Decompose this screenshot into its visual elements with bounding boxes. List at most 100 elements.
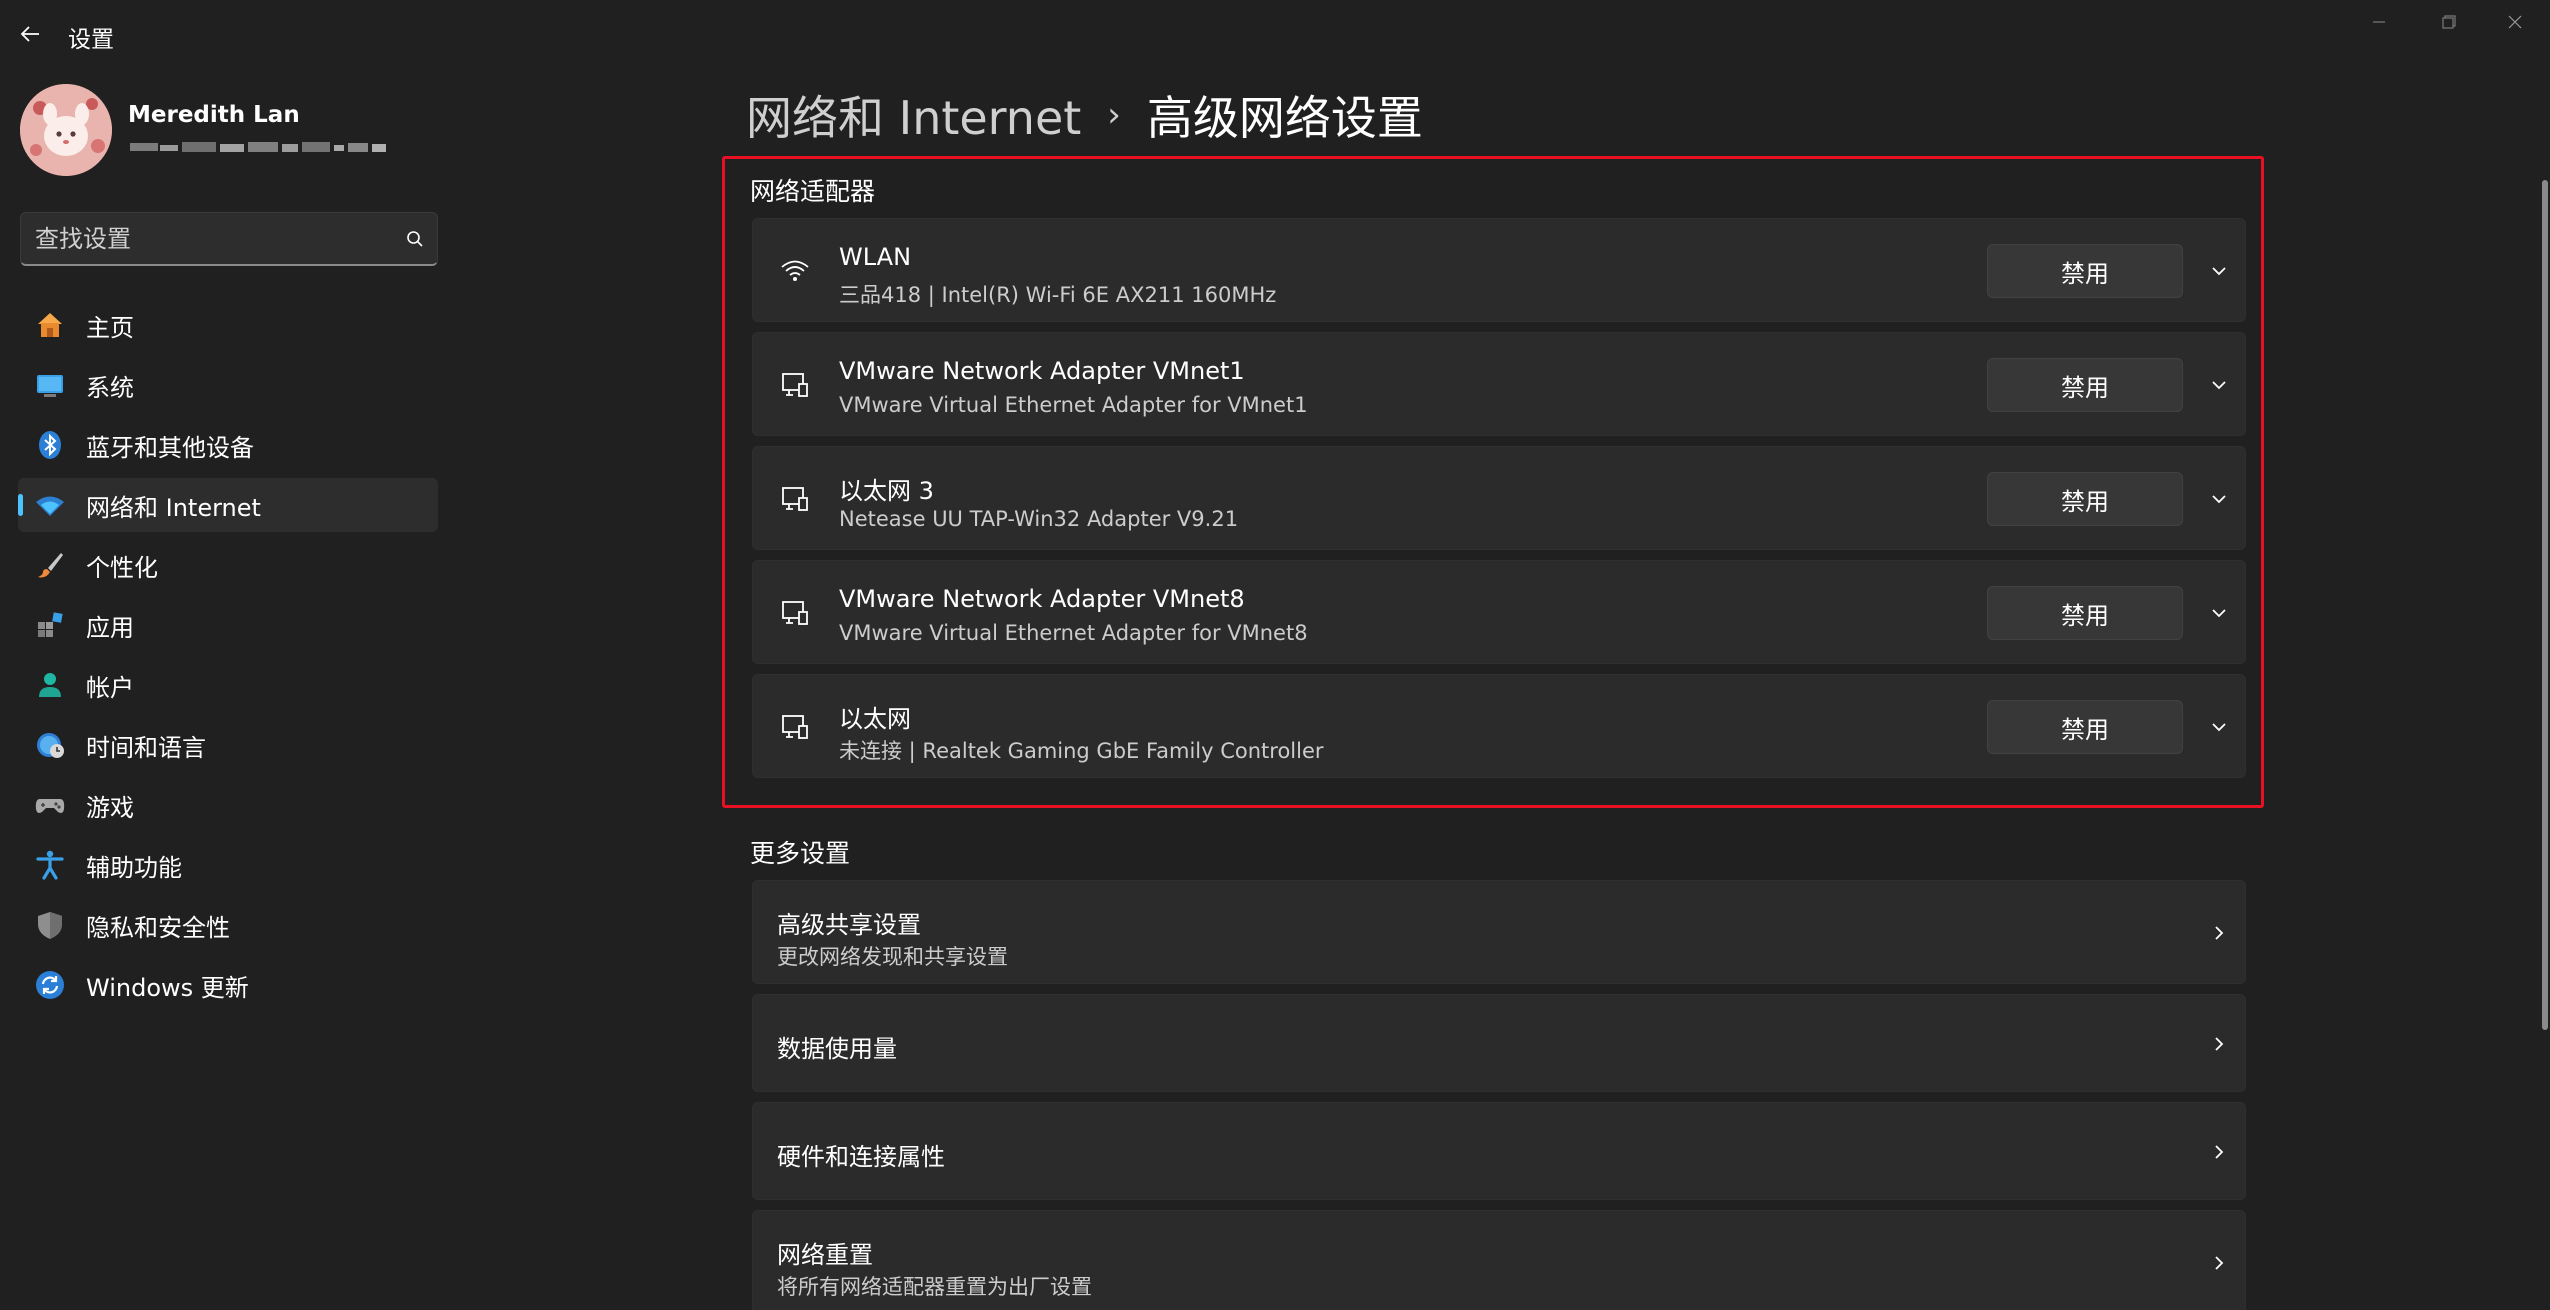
sidebar-item-label: 应用	[86, 613, 134, 642]
ethernet-icon	[777, 595, 813, 631]
sidebar-item-home[interactable]: 主页	[18, 298, 438, 352]
sidebar-item-time-language[interactable]: 时间和语言	[18, 718, 438, 772]
back-button[interactable]	[12, 16, 48, 52]
user-profile[interactable]: Meredith Lan	[20, 84, 440, 176]
disable-button[interactable]: 禁用	[1987, 358, 2183, 412]
sidebar-item-accounts[interactable]: 帐户	[18, 658, 438, 712]
system-icon	[32, 367, 68, 403]
chevron-right-icon	[2201, 1134, 2237, 1170]
minimize-button[interactable]	[2344, 0, 2414, 44]
user-name: Meredith Lan	[128, 102, 300, 128]
page-title: 高级网络设置	[1146, 91, 1423, 145]
adapter-card-ethernet-3[interactable]: 以太网 3 Netease UU TAP-Win32 Adapter V9.21…	[752, 446, 2246, 550]
chevron-down-icon[interactable]	[2201, 481, 2237, 517]
more-item-network-reset[interactable]: 网络重置 将所有网络适配器重置为出厂设置	[752, 1210, 2246, 1310]
ethernet-icon	[777, 481, 813, 517]
home-icon	[32, 307, 68, 343]
adapter-detail: 三品418 | Intel(R) Wi-Fi 6E AX211 160MHz	[839, 283, 1277, 307]
wifi-icon	[777, 253, 813, 289]
sidebar-item-bluetooth[interactable]: 蓝牙和其他设备	[18, 418, 438, 472]
minimize-icon	[2373, 21, 2385, 23]
ethernet-icon	[777, 709, 813, 745]
vertical-scrollbar[interactable]	[2542, 180, 2548, 1030]
chevron-down-icon[interactable]	[2201, 253, 2237, 289]
disable-button[interactable]: 禁用	[1987, 244, 2183, 298]
sidebar-nav: 主页 系统 蓝牙和其他设备 网络和 Internet 个性化 应用 帐户 时间和…	[18, 298, 438, 1018]
more-item-title: 网络重置	[777, 1241, 873, 1269]
sidebar-item-label: 个性化	[86, 553, 158, 582]
more-item-title: 数据使用量	[777, 1035, 897, 1063]
more-item-subtitle: 将所有网络适配器重置为出厂设置	[777, 1275, 1092, 1299]
section-title-more: 更多设置	[750, 839, 851, 868]
search-icon[interactable]	[393, 217, 437, 261]
adapter-detail: Netease UU TAP-Win32 Adapter V9.21	[839, 507, 1239, 531]
bluetooth-icon	[32, 427, 68, 463]
chevron-down-icon[interactable]	[2201, 595, 2237, 631]
adapter-name: 以太网	[839, 705, 911, 733]
more-item-advanced-sharing[interactable]: 高级共享设置 更改网络发现和共享设置	[752, 880, 2246, 984]
back-arrow-icon	[20, 26, 39, 42]
app-title: 设置	[68, 27, 114, 53]
settings-search[interactable]	[20, 212, 438, 266]
adapter-name: VMware Network Adapter VMnet8	[839, 585, 1245, 613]
update-icon	[32, 967, 68, 1003]
chevron-down-icon[interactable]	[2201, 367, 2237, 403]
sidebar-item-label: 系统	[86, 373, 134, 402]
sidebar-item-apps[interactable]: 应用	[18, 598, 438, 652]
sidebar-item-label: 网络和 Internet	[86, 493, 261, 522]
brush-icon	[32, 547, 68, 583]
maximize-button[interactable]	[2414, 0, 2484, 44]
disable-button[interactable]: 禁用	[1987, 700, 2183, 754]
avatar	[20, 84, 112, 176]
close-icon	[2508, 15, 2522, 29]
more-item-hardware-properties[interactable]: 硬件和连接属性	[752, 1102, 2246, 1200]
sidebar-item-label: Windows 更新	[86, 973, 249, 1002]
section-title-adapters: 网络适配器	[750, 177, 876, 206]
breadcrumb-parent[interactable]: 网络和 Internet	[746, 82, 1081, 148]
chevron-right-icon	[2201, 915, 2237, 951]
sidebar-item-accessibility[interactable]: 辅助功能	[18, 838, 438, 892]
adapter-card-vmnet1[interactable]: VMware Network Adapter VMnet1 VMware Vir…	[752, 332, 2246, 436]
sidebar-item-personalization[interactable]: 个性化	[18, 538, 438, 592]
search-input[interactable]	[21, 224, 393, 253]
settings-window: 设置 Meredith Lan 查找设置 主页 系统 蓝牙和其他设备 网络和 I…	[0, 0, 2550, 1310]
chevron-right-icon	[2201, 1245, 2237, 1281]
more-item-title: 高级共享设置	[777, 911, 921, 939]
apps-icon	[32, 607, 68, 643]
accessibility-icon	[32, 847, 68, 883]
adapter-name: WLAN	[839, 243, 912, 271]
adapter-name: 以太网 3	[839, 477, 934, 505]
sidebar-item-privacy[interactable]: 隐私和安全性	[18, 898, 438, 952]
sidebar-item-label: 隐私和安全性	[86, 913, 230, 942]
breadcrumb-separator: ›	[1107, 95, 1121, 135]
more-item-data-usage[interactable]: 数据使用量	[752, 994, 2246, 1092]
chevron-down-icon[interactable]	[2201, 709, 2237, 745]
gamepad-icon	[32, 787, 68, 823]
sidebar-item-label: 游戏	[86, 793, 134, 822]
adapter-card-wlan[interactable]: WLAN 三品418 | Intel(R) Wi-Fi 6E AX211 160…	[752, 218, 2246, 322]
sidebar-item-label: 蓝牙和其他设备	[86, 433, 254, 462]
adapter-name: VMware Network Adapter VMnet1	[839, 357, 1245, 385]
sidebar-item-label: 辅助功能	[86, 853, 182, 882]
adapter-list: WLAN 三品418 | Intel(R) Wi-Fi 6E AX211 160…	[752, 218, 2246, 788]
disable-button[interactable]: 禁用	[1987, 472, 2183, 526]
title-bar: 设置	[0, 0, 2550, 68]
breadcrumb: 网络和 Internet › 高级网络设置	[746, 82, 1423, 148]
sidebar-item-windows-update[interactable]: Windows 更新	[18, 958, 438, 1012]
close-button[interactable]	[2480, 0, 2550, 44]
adapter-card-ethernet[interactable]: 以太网 未连接 | Realtek Gaming GbE Family Cont…	[752, 674, 2246, 778]
sidebar-item-network[interactable]: 网络和 Internet	[18, 478, 438, 532]
account-icon	[32, 667, 68, 703]
adapter-detail: VMware Virtual Ethernet Adapter for VMne…	[839, 621, 1308, 645]
adapter-detail: VMware Virtual Ethernet Adapter for VMne…	[839, 393, 1308, 417]
time-language-icon	[32, 727, 68, 763]
disable-button[interactable]: 禁用	[1987, 586, 2183, 640]
sidebar-item-system[interactable]: 系统	[18, 358, 438, 412]
chevron-right-icon	[2201, 1026, 2237, 1062]
sidebar-item-label: 主页	[86, 313, 134, 342]
shield-icon	[32, 907, 68, 943]
user-email-redacted	[128, 136, 408, 160]
sidebar-item-gaming[interactable]: 游戏	[18, 778, 438, 832]
adapter-card-vmnet8[interactable]: VMware Network Adapter VMnet8 VMware Vir…	[752, 560, 2246, 664]
restore-icon	[2442, 15, 2456, 29]
